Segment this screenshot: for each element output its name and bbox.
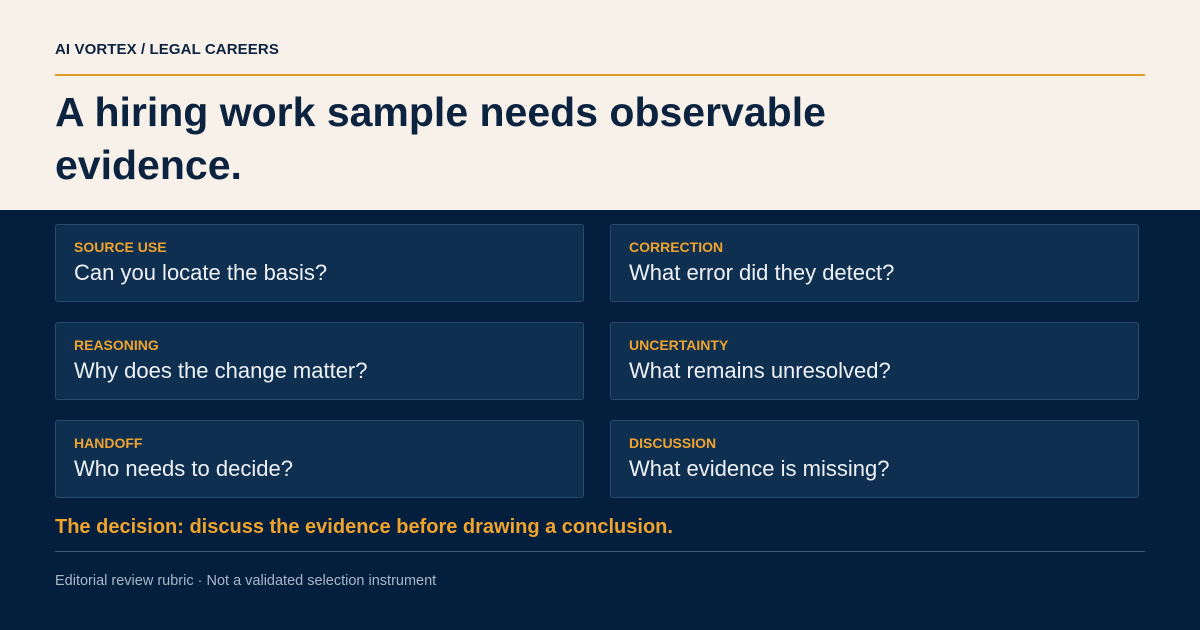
card-label: SOURCE USE	[74, 239, 167, 255]
card-label: HANDOFF	[74, 435, 143, 451]
card-source-use: SOURCE USE Can you locate the basis?	[55, 224, 584, 302]
card-question: Why does the change matter?	[74, 358, 368, 383]
card-discussion: DISCUSSION What evidence is missing?	[610, 420, 1139, 498]
header-divider	[55, 74, 1145, 76]
card-label: REASONING	[74, 337, 159, 353]
header-panel: AI VORTEX / LEGAL CAREERS A hiring work …	[0, 0, 1200, 210]
card-question: Who needs to decide?	[74, 456, 293, 481]
card-question: Can you locate the basis?	[74, 260, 328, 285]
footnote: Editorial review rubric · Not a validate…	[55, 573, 437, 589]
card-question: What remains unresolved?	[629, 358, 891, 383]
card-label: DISCUSSION	[629, 435, 717, 451]
card-label: UNCERTAINTY	[629, 337, 729, 353]
card-correction: CORRECTION What error did they detect?	[610, 224, 1139, 302]
card-label: CORRECTION	[629, 239, 724, 255]
card-question: What evidence is missing?	[629, 456, 890, 481]
card-reasoning: REASONING Why does the change matter?	[55, 322, 584, 400]
footer-divider	[55, 551, 1145, 552]
card-uncertainty: UNCERTAINTY What remains unresolved?	[610, 322, 1139, 400]
card-handoff: HANDOFF Who needs to decide?	[55, 420, 584, 498]
card-question: What error did they detect?	[629, 260, 895, 285]
headline: A hiring work sample needs observable ev…	[55, 89, 826, 188]
decision-statement: The decision: discuss the evidence befor…	[55, 516, 673, 538]
kicker: AI VORTEX / LEGAL CAREERS	[55, 41, 279, 58]
